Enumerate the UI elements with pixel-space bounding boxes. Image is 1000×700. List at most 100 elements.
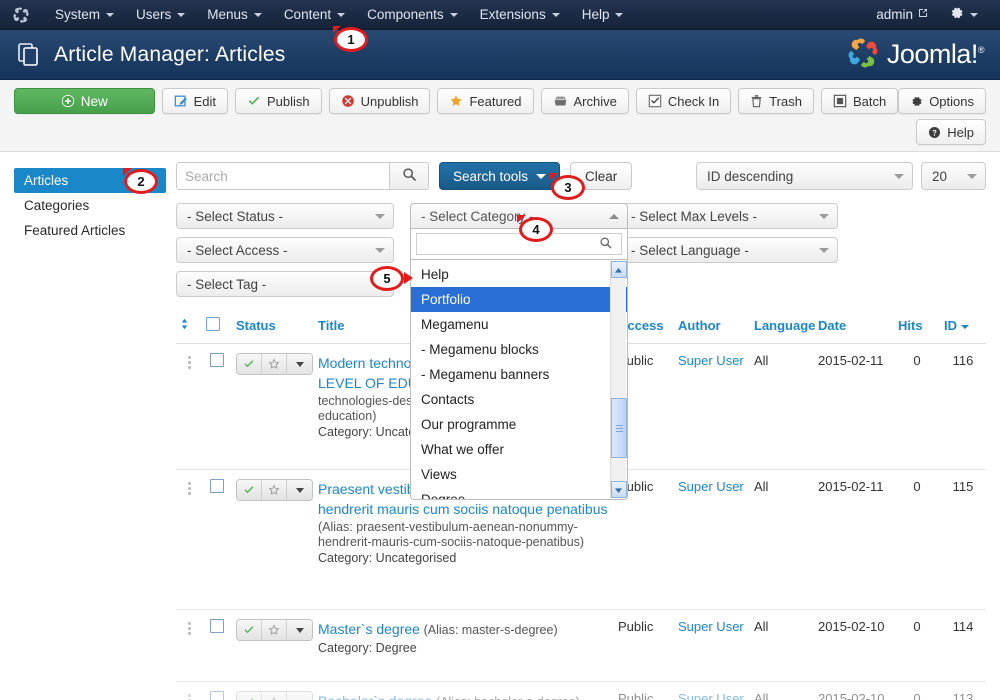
publish-toggle-button[interactable] xyxy=(237,692,262,700)
row-language-cell: All xyxy=(750,609,814,682)
archive-button[interactable]: Archive xyxy=(540,88,629,114)
filter-status-select[interactable]: - Select Status - xyxy=(176,203,394,229)
row-checkbox-cell[interactable] xyxy=(202,681,232,700)
author-link[interactable]: Super User xyxy=(678,619,744,634)
menu-extensions[interactable]: Extensions xyxy=(469,0,571,30)
filter-language-select[interactable]: - Select Language - xyxy=(620,237,838,263)
batch-square-icon xyxy=(833,94,847,108)
menu-components[interactable]: Components xyxy=(356,0,469,30)
search-submit-button[interactable] xyxy=(389,162,429,190)
feature-toggle-button[interactable] xyxy=(262,354,287,374)
column-author[interactable]: Author xyxy=(674,311,750,344)
row-checkbox[interactable] xyxy=(210,353,224,367)
status-dropdown-button[interactable] xyxy=(287,354,312,374)
category-option-megamenu-blocks[interactable]: - Megamenu blocks xyxy=(411,337,627,362)
search-tools-button[interactable]: Search tools xyxy=(439,162,561,190)
status-dropdown-button[interactable] xyxy=(287,620,312,640)
author-link[interactable]: Super User xyxy=(678,353,744,368)
table-row[interactable]: Bachelor`s degree (Alias: bachelor-s-deg… xyxy=(176,681,986,700)
help-button[interactable]: Help xyxy=(916,119,986,145)
page-title: Article Manager: Articles xyxy=(54,42,286,66)
scroll-up-button[interactable] xyxy=(610,261,627,278)
menu-help[interactable]: Help xyxy=(571,0,635,30)
row-ordering-handle[interactable] xyxy=(176,343,202,470)
status-dropdown-button[interactable] xyxy=(287,692,312,700)
row-ordering-handle[interactable] xyxy=(176,609,202,682)
column-language[interactable]: Language xyxy=(750,311,815,344)
featured-button[interactable]: Featured xyxy=(437,88,534,114)
menu-users[interactable]: Users xyxy=(125,0,196,30)
scroll-thumb[interactable] xyxy=(611,398,627,458)
author-link[interactable]: Super User xyxy=(678,691,744,700)
category-option-what-we-offer[interactable]: What we offer xyxy=(411,437,627,462)
column-status[interactable]: Status xyxy=(232,311,314,344)
scroll-track[interactable] xyxy=(611,278,627,481)
category-option-views[interactable]: Views xyxy=(411,462,627,487)
feature-toggle-button[interactable] xyxy=(262,692,287,700)
checkin-button[interactable]: Check In xyxy=(635,88,732,114)
row-ordering-handle[interactable] xyxy=(176,681,202,700)
publish-toggle-button[interactable] xyxy=(237,354,262,374)
row-checkbox[interactable] xyxy=(210,691,224,700)
sidebar-item-categories[interactable]: Categories xyxy=(14,193,166,218)
joomla-logo-icon[interactable] xyxy=(12,6,30,24)
feature-toggle-button[interactable] xyxy=(262,620,287,640)
menu-content[interactable]: Content xyxy=(273,0,356,30)
category-options-list[interactable]: Help Portfolio Megamenu - Megamenu block… xyxy=(410,260,628,500)
category-search-input[interactable] xyxy=(416,233,622,255)
new-button[interactable]: New xyxy=(14,88,155,114)
column-hits[interactable]: Hits xyxy=(894,311,940,344)
unpublish-button[interactable]: Unpublish xyxy=(328,88,431,114)
category-option-megamenu-banners[interactable]: - Megamenu banners xyxy=(411,362,627,387)
column-id[interactable]: ID xyxy=(940,311,986,344)
row-checkbox-cell[interactable] xyxy=(202,469,232,610)
article-title-link[interactable]: Master`s degree xyxy=(318,621,420,637)
edit-button[interactable]: Edit xyxy=(161,88,228,114)
scroll-down-button[interactable] xyxy=(610,481,627,498)
column-ordering[interactable] xyxy=(176,311,202,344)
feature-toggle-button[interactable] xyxy=(262,480,287,500)
row-checkbox-cell[interactable] xyxy=(202,609,232,682)
publish-button[interactable]: Publish xyxy=(235,88,322,114)
column-select-all[interactable] xyxy=(202,311,232,344)
category-option-help[interactable]: Help xyxy=(411,262,627,287)
column-date[interactable]: Date xyxy=(814,311,894,344)
status-dropdown-button[interactable] xyxy=(287,480,312,500)
row-checkbox[interactable] xyxy=(210,479,224,493)
filter-column-left: - Select Status - - Select Access - - Se… xyxy=(176,203,394,297)
table-row[interactable]: Master`s degree (Alias: master-s-degree)… xyxy=(176,609,986,682)
list-limit-select[interactable]: 20 xyxy=(921,162,986,190)
row-author-cell: Super User xyxy=(674,469,750,610)
filter-tag-select[interactable]: - Select Tag - xyxy=(176,271,394,297)
filter-access-select[interactable]: - Select Access - xyxy=(176,237,394,263)
category-dropdown-label: - Select Category - xyxy=(421,208,534,224)
menu-system[interactable]: System xyxy=(44,0,125,30)
row-ordering-handle[interactable] xyxy=(176,469,202,610)
sort-order-select[interactable]: ID descending xyxy=(696,162,913,190)
category-option-portfolio[interactable]: Portfolio xyxy=(411,287,627,312)
admin-user-link[interactable]: admin xyxy=(868,7,936,22)
row-checkbox[interactable] xyxy=(210,619,224,633)
settings-menu[interactable] xyxy=(936,6,988,23)
drag-handle-icon xyxy=(180,619,198,635)
category-option-contacts[interactable]: Contacts xyxy=(411,387,627,412)
category-option-megamenu[interactable]: Megamenu xyxy=(411,312,627,337)
trash-button[interactable]: Trash xyxy=(738,88,814,114)
menu-menus[interactable]: Menus xyxy=(196,0,273,30)
select-all-checkbox[interactable] xyxy=(206,317,220,331)
publish-toggle-button[interactable] xyxy=(237,480,262,500)
filter-max-levels-select[interactable]: - Select Max Levels - xyxy=(620,203,838,229)
article-title-link[interactable]: Bachelor`s degree xyxy=(318,693,432,700)
batch-button[interactable]: Batch xyxy=(820,88,899,114)
category-option-our-programme[interactable]: Our programme xyxy=(411,412,627,437)
sidebar-item-featured-articles[interactable]: Featured Articles xyxy=(14,218,166,243)
publish-toggle-button[interactable] xyxy=(237,620,262,640)
row-checkbox-cell[interactable] xyxy=(202,343,232,470)
article-alias: (Alias: bachelor-s-degree) xyxy=(436,695,580,700)
category-list-scrollbar[interactable] xyxy=(610,261,627,498)
row-title-cell: Bachelor`s degree (Alias: bachelor-s-deg… xyxy=(314,681,614,700)
category-option-degree[interactable]: Degree xyxy=(411,487,627,499)
options-button[interactable]: Options xyxy=(898,88,986,114)
search-input[interactable] xyxy=(176,162,389,190)
author-link[interactable]: Super User xyxy=(678,479,744,494)
